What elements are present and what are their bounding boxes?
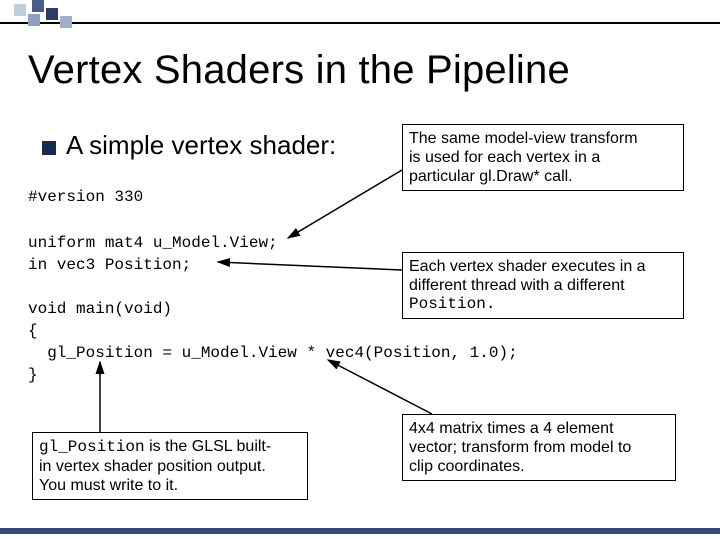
callout-modelview: The same model-view transform is used fo… — [402, 124, 684, 191]
slide-bottom-deco — [0, 528, 720, 534]
callout-text: is used for each vertex in a — [409, 148, 677, 167]
slide-top-deco — [0, 0, 720, 28]
callout-text: particular gl.Draw* call. — [409, 167, 677, 186]
code-line-brace-open: { — [28, 320, 38, 342]
code-line-assign: gl_Position = u_Model.View * vec4(Positi… — [28, 342, 518, 364]
callout-gl-position: gl_Position is the GLSL built- in vertex… — [32, 432, 308, 500]
bullet-text-emph: vertex shader — [172, 130, 330, 160]
code-line-in-vec: in vec3 Position; — [28, 254, 191, 276]
callout-text: in vertex shader position output. — [39, 457, 301, 476]
bullet-text-prefix: A simple — [66, 130, 172, 160]
callout-text: gl_Position is the GLSL built- — [39, 437, 301, 457]
callout-text: Each vertex shader executes in a — [409, 257, 677, 276]
callout-text: clip coordinates. — [409, 457, 669, 476]
callout-matrix: 4x4 matrix times a 4 element vector; tra… — [402, 414, 676, 481]
square-bullet-icon — [42, 141, 56, 155]
code-line-main-sig: void main(void) — [28, 298, 172, 320]
code-line-version: #version 330 — [28, 186, 143, 208]
callout-thread: Each vertex shader executes in a differe… — [402, 252, 684, 319]
callout-text: Position. — [409, 295, 677, 314]
code-line-uniform: uniform mat4 u_Model.View; — [28, 232, 278, 254]
code-line-brace-close: } — [28, 364, 38, 386]
callout-text: 4x4 matrix times a 4 element — [409, 419, 669, 438]
slide-title: Vertex Shaders in the Pipeline — [28, 48, 570, 93]
bullet-text-suffix: : — [329, 130, 336, 160]
callout-text: vector; transform from model to — [409, 438, 669, 457]
callout-text: You must write to it. — [39, 476, 301, 495]
callout-text: The same model-view transform — [409, 129, 677, 148]
bullet-item: A simple vertex shader: — [42, 130, 336, 161]
callout-text: different thread with a different — [409, 276, 677, 295]
